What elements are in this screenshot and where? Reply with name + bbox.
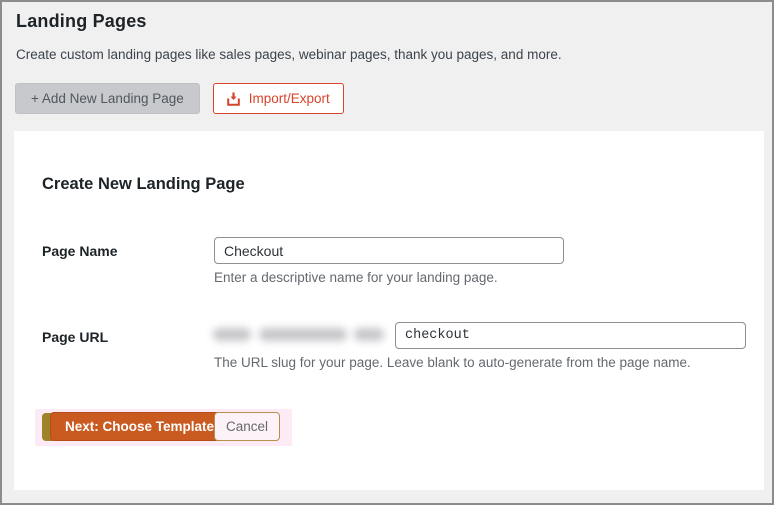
import-export-label: Import/Export [248,91,330,106]
create-landing-page-card: Create New Landing Page Page Name Enter … [14,131,764,490]
page-title: Landing Pages [16,11,147,31]
page-url-prefix-redacted [354,328,384,341]
import-export-button[interactable]: Import/Export [212,83,344,114]
page-description: Create custom landing pages like sales p… [16,47,562,62]
page-name-input[interactable] [214,237,564,264]
page-url-prefix-redacted [259,328,347,341]
add-new-landing-page-button[interactable]: + Add New Landing Page [15,83,200,114]
landing-pages-screen: Landing Pages Create custom landing page… [0,0,774,505]
page-name-help: Enter a descriptive name for your landin… [214,270,498,285]
card-heading: Create New Landing Page [42,175,245,193]
download-icon [226,92,240,106]
page-url-help: The URL slug for your page. Leave blank … [214,355,691,370]
page-url-input[interactable] [395,322,746,349]
page-url-label: Page URL [42,329,109,345]
page-name-label: Page Name [42,243,118,259]
next-choose-template-button[interactable]: Next: Choose Template [50,412,230,441]
toolbar: + Add New Landing Page Import/Export [15,83,344,114]
cancel-button[interactable]: Cancel [214,412,280,441]
page-url-prefix-redacted [213,328,251,341]
